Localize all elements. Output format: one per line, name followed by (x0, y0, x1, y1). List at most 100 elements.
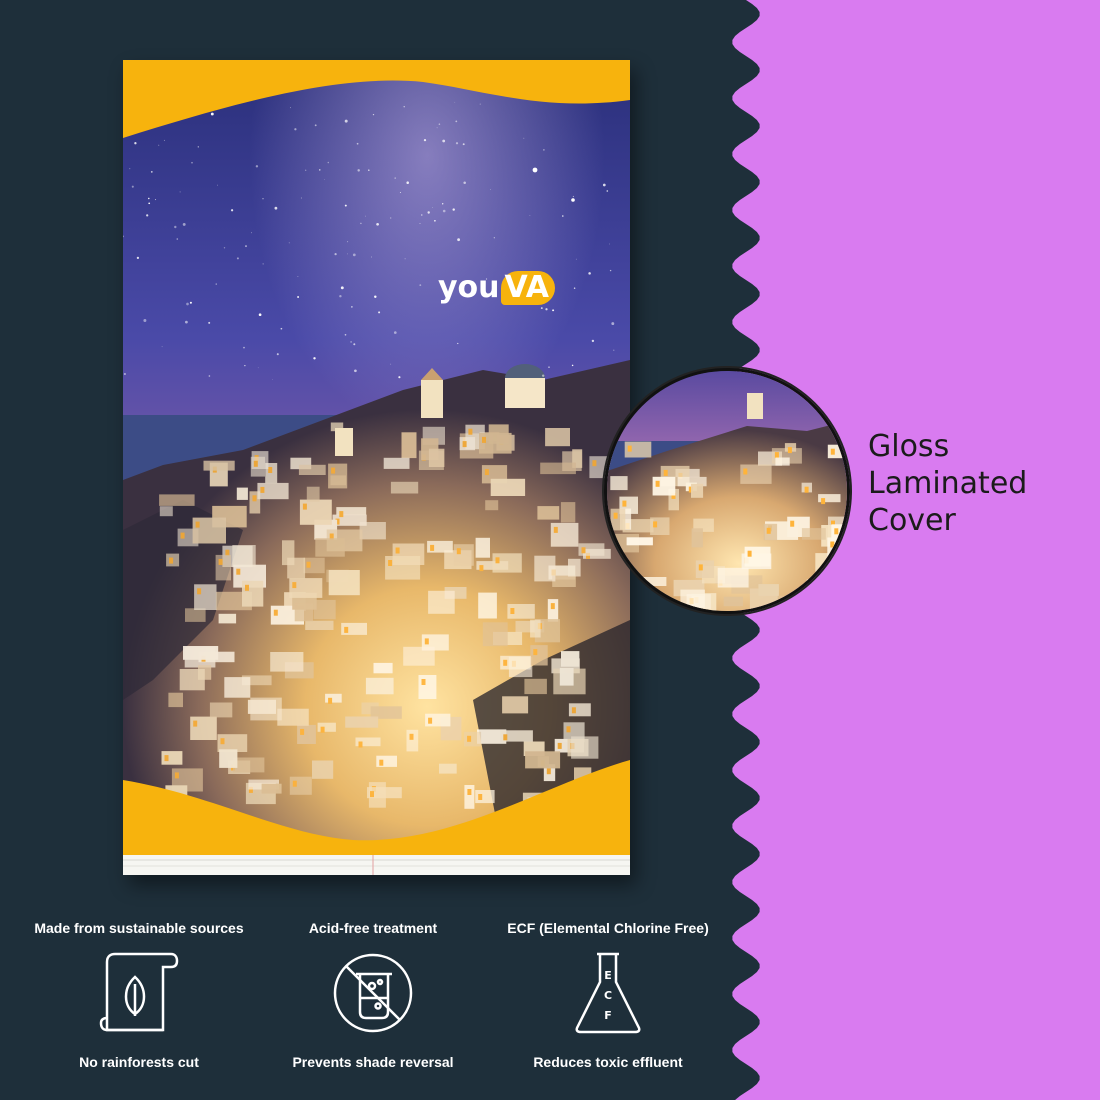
window-light (478, 794, 483, 800)
window-light (546, 768, 551, 775)
callout-line: Laminated (868, 466, 1028, 501)
building (373, 662, 393, 674)
star (360, 222, 362, 225)
window-light (428, 717, 433, 724)
cover-zoom-circle (604, 368, 850, 614)
gloss-laminated-cover-label: Gloss Laminated Cover (868, 428, 1027, 539)
star (394, 177, 396, 179)
star (404, 258, 406, 260)
window-light (550, 603, 555, 610)
building (571, 736, 599, 759)
star (344, 333, 347, 336)
feature-title: Made from sustainable sources (34, 920, 244, 936)
building (691, 528, 703, 548)
building (428, 448, 445, 467)
building (218, 613, 237, 624)
star (376, 222, 379, 226)
window-light (197, 588, 202, 595)
window-light (253, 460, 258, 467)
building (561, 651, 580, 667)
star (297, 296, 300, 298)
window-light (225, 549, 230, 556)
star (457, 238, 460, 242)
star (434, 219, 436, 222)
notebook-cover: you VA (123, 60, 630, 875)
star (548, 366, 550, 368)
window-light (468, 428, 473, 435)
star (210, 112, 214, 116)
building (183, 646, 219, 660)
star (540, 307, 543, 310)
star (399, 192, 401, 193)
star (154, 199, 157, 201)
building (224, 677, 251, 698)
star (300, 197, 302, 199)
building (250, 456, 265, 477)
star (230, 209, 234, 212)
star (436, 127, 438, 129)
window-light (627, 445, 632, 452)
window-light (164, 755, 169, 762)
window-light (484, 469, 489, 476)
window-light (260, 486, 265, 493)
building (328, 463, 348, 489)
star (243, 346, 245, 349)
star (236, 257, 239, 260)
window-light (533, 649, 538, 656)
feature-title: ECF (Elemental Chlorine Free) (507, 920, 709, 936)
star (543, 149, 545, 151)
star (305, 169, 307, 171)
star (274, 206, 278, 210)
window-light (409, 733, 414, 740)
building (524, 678, 547, 695)
star (313, 357, 316, 360)
window-light (830, 448, 835, 455)
star (552, 309, 555, 312)
window-light (456, 548, 461, 555)
window-light (292, 582, 297, 589)
star (606, 190, 609, 192)
star (455, 142, 459, 145)
window-light (339, 511, 344, 518)
star (432, 207, 433, 209)
star (340, 286, 344, 290)
star (374, 295, 377, 299)
feature-subtitle: Prevents shade reversal (292, 1054, 454, 1070)
leaf-scroll-icon (19, 950, 259, 1036)
window-light (467, 789, 472, 795)
star (421, 214, 423, 216)
window-light (503, 734, 508, 741)
star (357, 169, 360, 172)
building (475, 537, 490, 558)
star (143, 319, 147, 322)
window-light (424, 638, 429, 645)
window-light (273, 609, 278, 616)
star (189, 301, 192, 304)
svg-text:C: C (604, 989, 612, 1002)
star (613, 349, 615, 351)
building (464, 731, 482, 747)
star (344, 204, 347, 207)
building (277, 708, 309, 726)
window-light (557, 742, 562, 749)
star (588, 272, 591, 275)
building (190, 716, 217, 740)
no-chemical-beaker-icon (253, 950, 493, 1036)
star (442, 203, 444, 205)
building (650, 517, 670, 535)
star (532, 167, 538, 173)
building (464, 785, 475, 809)
star (262, 198, 264, 200)
star (161, 346, 163, 348)
star (545, 308, 548, 311)
window-light (306, 561, 311, 568)
window-light (613, 512, 618, 519)
building (406, 729, 419, 752)
star (352, 253, 356, 257)
building (530, 645, 548, 666)
window-light (421, 679, 426, 685)
star (185, 320, 188, 324)
callout-line: Cover (868, 503, 956, 538)
building (717, 567, 749, 588)
window-light (790, 520, 795, 527)
